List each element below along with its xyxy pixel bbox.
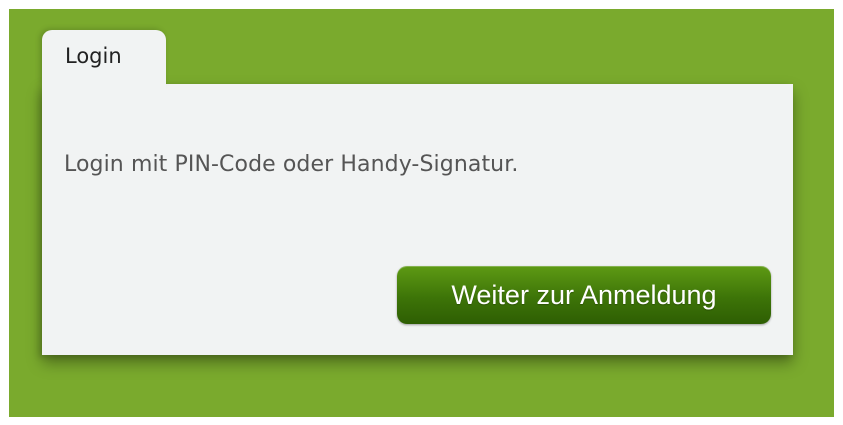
continue-to-login-button[interactable]: Weiter zur Anmeldung xyxy=(397,266,771,324)
login-instructions: Login mit PIN-Code oder Handy-Signatur. xyxy=(64,152,519,177)
tab-login[interactable]: Login xyxy=(42,30,166,86)
tab-panel-joint xyxy=(42,79,166,93)
login-widget-background: Login Login mit PIN-Code oder Handy-Sign… xyxy=(9,9,834,417)
tab-login-label: Login xyxy=(65,44,122,68)
login-panel: Login mit PIN-Code oder Handy-Signatur. … xyxy=(42,84,793,355)
